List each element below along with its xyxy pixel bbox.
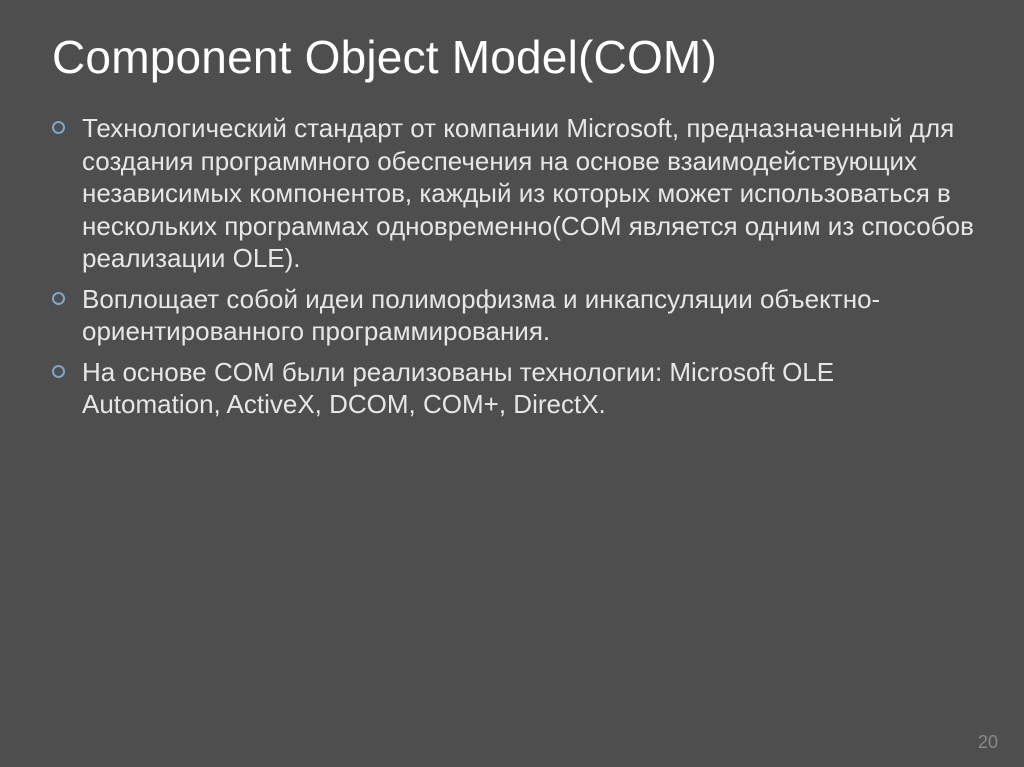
bullet-text: Технологический стандарт от компании Mic…: [82, 113, 974, 273]
bullet-text: Воплощает собой идеи полиморфизма и инка…: [82, 284, 880, 347]
slide: Component Object Model(COM) Технологичес…: [0, 0, 1024, 767]
slide-title: Component Object Model(COM): [52, 30, 974, 84]
list-item: Технологический стандарт от компании Mic…: [50, 112, 974, 275]
bullet-list: Технологический стандарт от компании Mic…: [50, 112, 974, 421]
list-item: На основе COM были реализованы технологи…: [50, 356, 974, 421]
page-number: 20: [978, 732, 998, 753]
bullet-text: На основе COM были реализованы технологи…: [82, 357, 834, 420]
list-item: Воплощает собой идеи полиморфизма и инка…: [50, 283, 974, 348]
